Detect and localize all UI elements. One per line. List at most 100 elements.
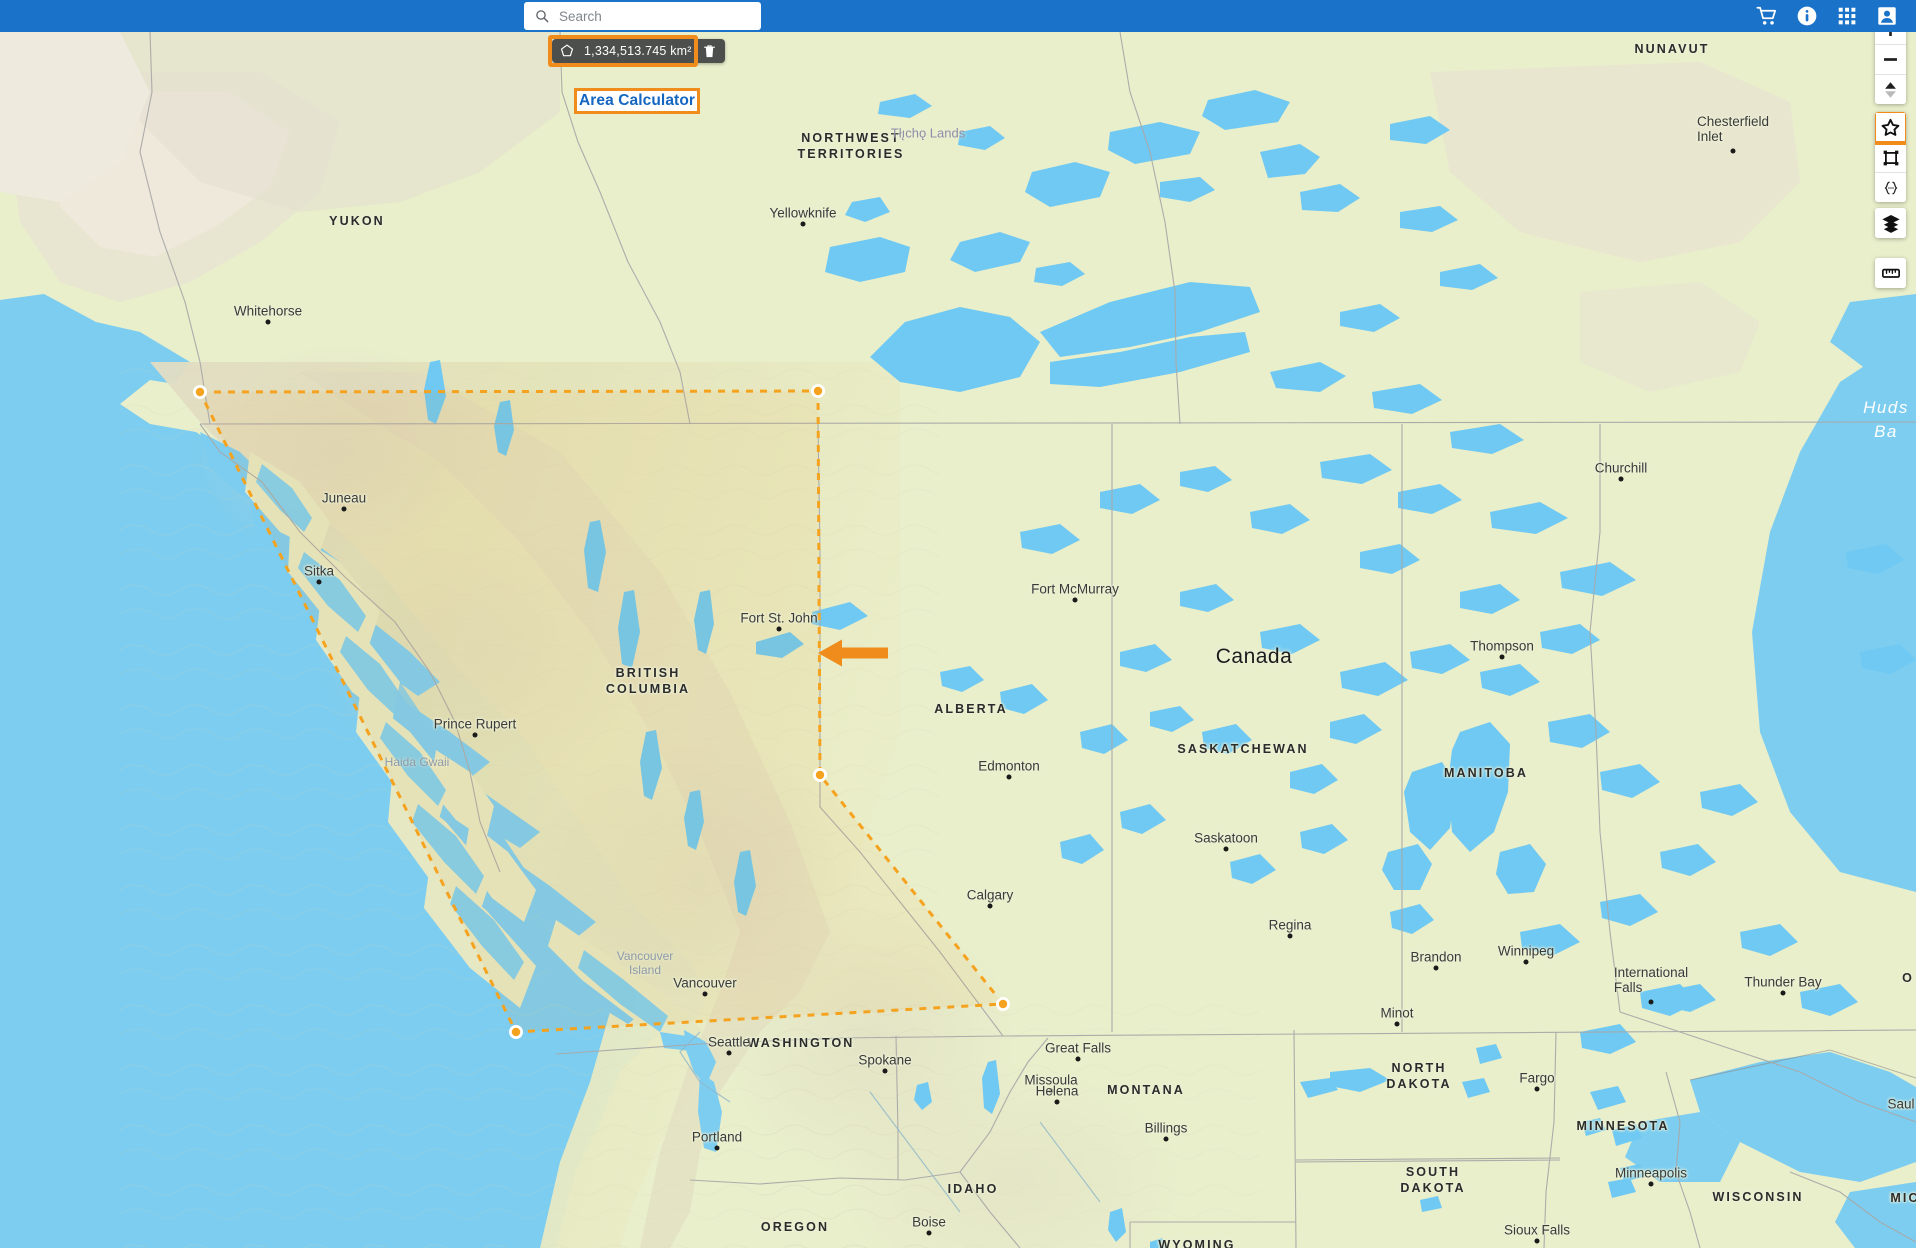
map-label-city: Billings: [1144, 1120, 1188, 1136]
header-icon-group: [1756, 0, 1908, 32]
map-label-city: Fort St. John: [740, 610, 818, 626]
draw-polygon-button[interactable]: [1875, 112, 1906, 145]
map-label-city: Vancouver: [673, 975, 737, 991]
map-label-city: Boise: [912, 1214, 946, 1230]
map-label-edge: O: [1902, 971, 1914, 985]
map-label-region: OREGON: [760, 1220, 830, 1234]
map-city-dot: [1433, 965, 1439, 971]
map-label-city: Sitka: [303, 563, 335, 579]
map-label-water: Huds Ba: [1863, 398, 1909, 441]
map-city-dot: [1780, 990, 1786, 996]
trash-icon[interactable]: [703, 44, 716, 59]
map-label-city: Fargo: [1519, 1070, 1555, 1086]
map-label-city: Prince Rupert: [433, 716, 517, 732]
app-header: [0, 0, 1916, 32]
map-label-region: MINNESOTA: [1576, 1119, 1670, 1133]
map-city-dot: [1648, 1181, 1654, 1187]
apps-grid-icon[interactable]: [1836, 5, 1858, 27]
map-city-dot: [1648, 999, 1654, 1005]
search-box[interactable]: [524, 2, 761, 30]
map-label-city: Calgary: [966, 887, 1014, 903]
map-label-country: Canada: [1215, 645, 1293, 668]
search-input[interactable]: [559, 8, 751, 24]
map-city-dot: [1006, 774, 1012, 780]
map-city-dot: [1075, 1056, 1081, 1062]
area-calculator-pill[interactable]: 1,334,513.745 km²: [552, 39, 725, 63]
layers-button[interactable]: [1875, 208, 1906, 238]
map-city-dot: [1223, 846, 1229, 852]
measure-button[interactable]: [1875, 258, 1906, 288]
area-calculator-callout-label: Area Calculator: [578, 92, 696, 109]
map-city-dot: [341, 506, 347, 512]
map-label-region: WASHINGTON: [747, 1036, 855, 1050]
braces-icon: [1884, 181, 1897, 194]
map-label-layer: Canada YUKON NUNAVUT NORTHWEST TERRITORIES BR…: [0, 32, 1916, 1248]
map-label-city: Sioux Falls: [1503, 1222, 1571, 1238]
draw-rectangle-button[interactable]: [1875, 142, 1906, 172]
map-label-city: Edmonton: [978, 758, 1040, 774]
map-city-dot: [1072, 597, 1078, 603]
map-city-dot: [1523, 959, 1529, 965]
map-label-region: BRITISH COLUMBIA: [605, 666, 691, 696]
map-label-city: Regina: [1268, 917, 1312, 933]
map-city-dot: [472, 732, 478, 738]
map-viewport[interactable]: Canada YUKON NUNAVUT NORTHWEST TERRITORIES BR…: [0, 32, 1916, 1248]
map-label-city: Minot: [1380, 1005, 1414, 1021]
map-city-dot: [882, 1068, 888, 1074]
map-city-dot: [316, 579, 322, 585]
map-label-region: NUNAVUT: [1634, 42, 1710, 56]
map-city-dot: [926, 1230, 932, 1236]
map-label-region: MANITOBA: [1444, 766, 1528, 780]
minus-icon: [1884, 58, 1897, 61]
map-city-dot: [1534, 1086, 1540, 1092]
map-city-dot: [1394, 1021, 1400, 1027]
ruler-icon: [1881, 268, 1900, 278]
map-city-dot: [726, 1050, 732, 1056]
map-city-dot: [776, 626, 782, 632]
map-label-city: Great Falls: [1044, 1040, 1112, 1056]
geojson-button[interactable]: [1875, 172, 1906, 202]
map-label-region: MONTANA: [1107, 1083, 1185, 1097]
map-city-dot: [1163, 1136, 1169, 1142]
map-label-region: YUKON: [329, 214, 385, 228]
account-icon[interactable]: [1876, 5, 1898, 27]
map-label-region: SOUTH DAKOTA: [1400, 1165, 1466, 1195]
map-label-region: WYOMING: [1158, 1238, 1236, 1248]
measure-control-group: [1875, 258, 1906, 288]
compass-icon: [1885, 81, 1896, 98]
map-city-dot: [1730, 148, 1736, 154]
map-city-dot: [987, 903, 993, 909]
zoom-out-button[interactable]: [1875, 44, 1906, 74]
map-city-dot: [800, 221, 806, 227]
shopping-cart-icon[interactable]: [1756, 5, 1778, 27]
polygon-measure-icon[interactable]: [559, 43, 575, 59]
map-label-region: SASKATCHEWAN: [1177, 742, 1309, 756]
rectangle-icon: [1883, 150, 1898, 165]
map-label-city: Thunder Bay: [1744, 974, 1822, 990]
map-label-city: Winnipeg: [1497, 943, 1555, 959]
map-label-island: Vancouver Island: [616, 949, 674, 977]
search-icon: [536, 10, 549, 23]
map-city-dot: [702, 991, 708, 997]
info-icon[interactable]: [1796, 5, 1818, 27]
map-city-dot: [714, 1145, 720, 1151]
map-label-indigenous: Tłı̨chǫ Lands: [890, 125, 966, 141]
layers-icon: [1881, 215, 1900, 233]
map-label-city: Missoula: [1024, 1072, 1078, 1088]
map-city-dot: [1287, 933, 1293, 939]
draw-tool-group: [1875, 112, 1906, 202]
map-label-city: Spokane: [858, 1052, 912, 1068]
area-value: 1,334,513.745 km²: [584, 44, 692, 58]
map-city-dot: [1618, 476, 1624, 482]
map-city-dot: [1534, 1238, 1540, 1244]
map-label-edge: Saul: [1887, 1096, 1915, 1112]
map-label-city: Fort McMurray: [1031, 581, 1119, 597]
map-label-region: NORTHWEST TERRITORIES: [797, 131, 905, 161]
layers-control-group: [1875, 208, 1906, 238]
compass-button[interactable]: [1875, 74, 1906, 104]
map-city-dot: [1054, 1099, 1060, 1105]
map-label-edge: MIC: [1890, 1191, 1916, 1205]
map-label-city: Chesterfield Inlet: [1696, 114, 1770, 144]
map-label-city: Saskatoon: [1194, 830, 1258, 846]
map-label-city: Juneau: [321, 490, 367, 506]
